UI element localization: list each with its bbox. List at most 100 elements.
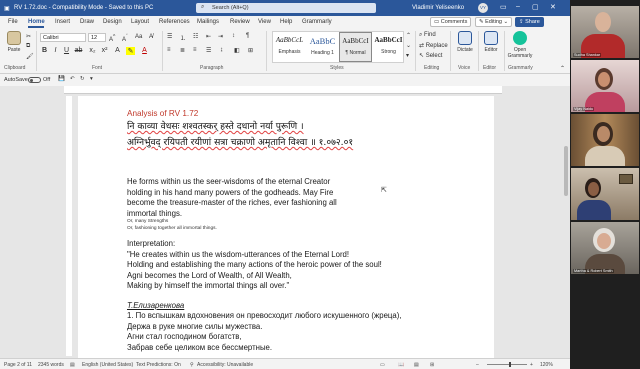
zoom-level[interactable]: 120% [540,362,553,368]
search-box[interactable]: ⌕ Search (Alt+Q) [196,3,376,13]
minimize-icon[interactable]: – [516,3,520,10]
tab-file[interactable]: File [8,19,18,25]
borders-icon[interactable]: ⊞ [248,47,253,54]
participant-tile[interactable] [571,168,639,220]
word-count[interactable]: 2345 words [38,362,64,368]
subscript-icon[interactable]: x₂ [88,47,97,54]
open-grammarly-button[interactable]: Open Grammarly [507,31,533,59]
italic-icon[interactable]: I [51,47,60,54]
line-spacing-icon[interactable]: ↨ [220,47,223,53]
autosave-toggle[interactable] [28,77,41,83]
tab-references[interactable]: References [159,19,190,25]
close-icon[interactable]: ✕ [550,3,556,11]
font-size-field[interactable]: 12 [88,33,106,42]
superscript-icon[interactable]: x² [100,47,109,54]
zoom-out-icon[interactable]: – [476,362,479,368]
tab-grammarly[interactable]: Grammarly [302,19,332,25]
editing-mode-button[interactable]: ✎ Editing ⌄ [475,17,513,27]
collapse-ribbon-icon[interactable]: ⌃ [560,65,565,72]
print-layout-icon[interactable]: ▤ [414,362,419,368]
shrink-font-icon[interactable]: Aˇ [122,34,128,43]
multilevel-list-icon[interactable]: ☷ [193,33,198,40]
customize-toolbar-icon[interactable]: ▾ [90,76,93,82]
change-case-icon[interactable]: Aa [135,34,142,40]
bold-icon[interactable]: B [40,47,49,54]
numbering-icon[interactable]: ⒈ [180,33,186,42]
align-left-icon[interactable]: ≡ [167,47,171,53]
tab-view[interactable]: View [258,19,271,25]
show-formatting-icon[interactable]: ¶ [246,33,249,39]
copy-icon[interactable]: ⧉ [26,43,30,50]
sort-icon[interactable]: ↕ [232,33,235,39]
style-preview: AaBbCcL [275,36,304,44]
dictate-button[interactable]: Dictate [454,31,476,53]
style-normal[interactable]: AaBbCcI ¶ Normal [339,32,372,62]
maximize-icon[interactable]: ▢ [532,3,539,11]
clear-formatting-icon[interactable]: A̸ [149,34,153,40]
tab-help[interactable]: Help [280,19,292,25]
user-avatar[interactable]: VY [478,3,488,13]
document-page[interactable]: Analysis of RV 1.72 नि काव्या वेधसः शश्व… [78,96,494,358]
bullets-icon[interactable]: ☰ [167,33,172,40]
zoom-slider-knob[interactable] [509,362,511,367]
style-heading-1[interactable]: AaBbC Heading 1 [306,32,339,62]
tab-design[interactable]: Design [103,19,122,25]
align-right-icon[interactable]: ≡ [193,47,197,53]
style-emphasis[interactable]: AaBbCcL Emphasis [273,32,306,62]
ribbon-display-icon[interactable]: ▭ [500,3,507,11]
zoom-in-icon[interactable]: + [530,362,533,368]
decrease-indent-icon[interactable]: ⇤ [206,33,211,40]
replace-button[interactable]: ⇄ Replace [419,42,448,49]
web-layout-icon[interactable]: ⊞ [430,362,434,368]
styles-scroll-up-icon[interactable]: ⌃ [406,32,411,39]
grow-font-icon[interactable]: A^ [109,34,115,43]
find-button[interactable]: ⌕ Find [419,32,436,39]
select-button[interactable]: ↖ Select [419,52,442,59]
zoom-slider[interactable] [487,362,527,367]
underline-icon[interactable]: U [62,47,71,54]
undo-icon[interactable]: ↶ [70,76,75,82]
editor-button[interactable]: Editor [481,31,501,53]
cut-icon[interactable]: ✂ [26,33,31,40]
highlight-icon[interactable]: ✎ [126,47,135,55]
styles-scroll-down-icon[interactable]: ⌄ [406,42,411,49]
style-strong[interactable]: AaBbCcI Strong [372,32,405,62]
horizontal-ruler[interactable] [64,86,502,94]
paste-button[interactable]: Paste [6,31,22,53]
text-predictions-status[interactable]: Text Predictions: On [136,362,181,368]
page-count[interactable]: Page 2 of 11 [4,362,32,368]
tab-insert[interactable]: Insert [55,19,70,25]
participant-tile[interactable]: Martha & Robert Smith [571,222,639,274]
increase-indent-icon[interactable]: ⇥ [218,33,223,40]
comments-button[interactable]: ▭ Comments [430,17,472,27]
read-mode-icon[interactable]: 📖 [398,362,404,368]
strikethrough-icon[interactable]: ab [74,47,83,54]
shading-icon[interactable]: ◧ [234,47,240,54]
format-painter-icon[interactable]: 🖌 [26,53,34,60]
font-name-field[interactable]: Calibri [40,33,86,42]
save-icon[interactable]: 💾 [58,76,65,82]
accessibility-status[interactable]: Accessibility: Unavailable [197,362,253,368]
share-button[interactable]: ⇪ Share [515,17,544,27]
tab-review[interactable]: Review [230,19,250,25]
vertical-scrollbar[interactable] [562,86,570,358]
font-color-icon[interactable]: A [140,47,149,54]
participant-tile[interactable] [571,114,639,166]
redo-icon[interactable]: ↻ [80,76,85,82]
align-center-icon[interactable]: ≣ [180,47,185,54]
participant-tile[interactable]: Vijay Naidu [571,60,639,112]
language-status[interactable]: English (United States) [82,362,133,368]
tab-mailings[interactable]: Mailings [197,19,219,25]
document-body[interactable]: Analysis of RV 1.72 नि काव्या वेधसः शश्व… [127,108,467,353]
justify-icon[interactable]: ☰ [206,47,211,54]
styles-more-icon[interactable]: ▾ [406,52,409,59]
vertical-ruler[interactable] [66,96,72,356]
participant-tile[interactable]: Sudha Shankar [571,6,639,58]
tab-layout[interactable]: Layout [131,19,149,25]
focus-mode-icon[interactable]: ▭ [380,362,385,368]
scrollbar-thumb[interactable] [564,146,568,196]
text-effects-icon[interactable]: A [113,47,122,54]
proofing-icon[interactable]: ▤ [70,362,75,368]
tab-home[interactable]: Home [28,19,45,25]
tab-draw[interactable]: Draw [80,19,94,25]
